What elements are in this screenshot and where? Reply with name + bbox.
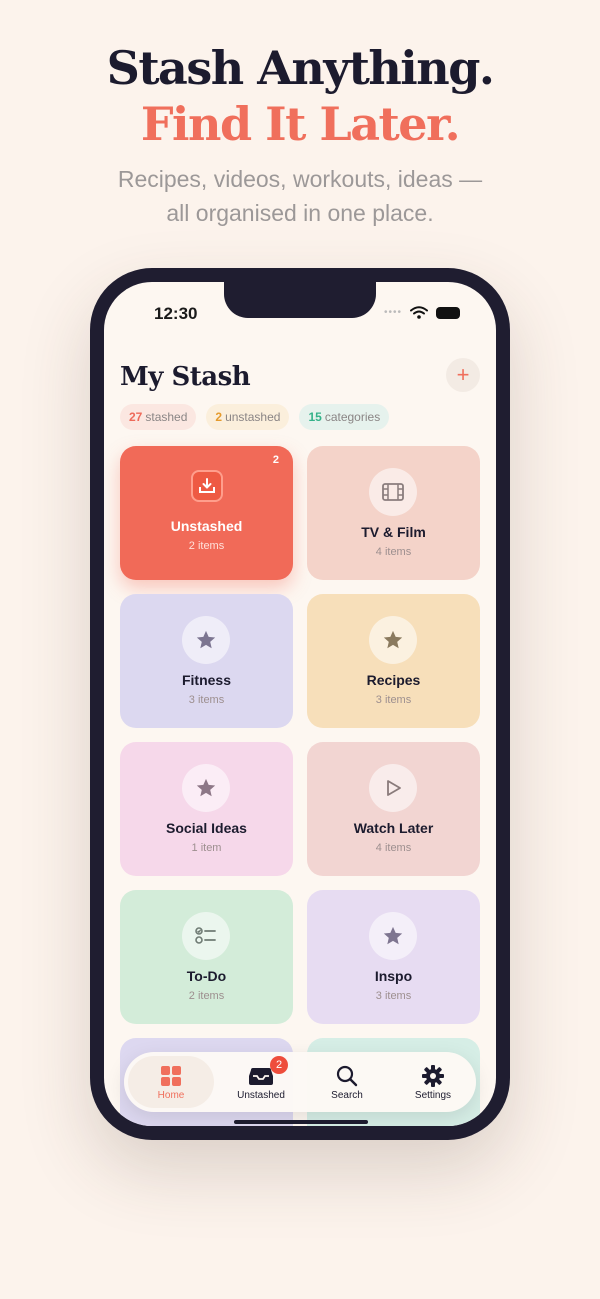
star-icon: [182, 616, 230, 664]
star-icon: [182, 764, 230, 812]
card-name: Fitness: [181, 672, 231, 688]
card-name: Inspo: [374, 968, 413, 984]
card-count: 2 items: [188, 540, 225, 552]
chip-stashed: 27 stashed: [120, 404, 197, 430]
chip-stashed-label: stashed: [145, 410, 188, 424]
film-icon: [369, 468, 417, 516]
nav-search-label: Search: [331, 1090, 363, 1101]
card-count: 4 items: [375, 546, 412, 558]
hero: Stash Anything. Find It Later. Recipes, …: [0, 40, 600, 230]
card-name: Social Ideas: [166, 820, 247, 836]
card-inspo[interactable]: Inspo 3 items: [307, 890, 480, 1024]
home-indicator: [234, 1120, 368, 1124]
nav-unstashed-badge: 2: [270, 1056, 288, 1074]
hero-subtitle: Recipes, videos, workouts, ideas — all o…: [0, 162, 600, 230]
chip-categories-count: 15: [308, 410, 322, 424]
card-name: To-Do: [186, 968, 227, 984]
chip-unstashed-label: unstashed: [225, 410, 281, 424]
card-count: 3 items: [188, 694, 225, 706]
header: My Stash +: [120, 358, 480, 398]
card-name: Unstashed: [170, 518, 243, 534]
chip-stashed-count: 27: [129, 410, 143, 424]
search-icon: [304, 1062, 390, 1090]
play-icon: [369, 764, 417, 812]
phone-frame: 12:30 •••• My Stash + 27 stashed 2 unstash…: [90, 268, 510, 1140]
card-social-ideas[interactable]: Social Ideas 1 item: [120, 742, 293, 876]
add-button[interactable]: +: [446, 358, 480, 392]
star-icon: [369, 912, 417, 960]
nav-search[interactable]: Search: [304, 1052, 390, 1112]
bottom-nav: Home 2 Unstashed Search Settings: [124, 1052, 476, 1112]
checklist-icon: [182, 912, 230, 960]
hero-subtitle-line-1: Recipes, videos, workouts, ideas —: [117, 166, 483, 192]
card-name: Recipes: [366, 672, 421, 688]
card-to-do[interactable]: To-Do 2 items: [120, 890, 293, 1024]
status-icons: ••••: [384, 306, 460, 319]
nav-settings[interactable]: Settings: [390, 1052, 476, 1112]
grid-icon: [128, 1062, 214, 1090]
app-screen: 12:30 •••• My Stash + 27 stashed 2 unstash…: [104, 282, 496, 1126]
card-fitness[interactable]: Fitness 3 items: [120, 594, 293, 728]
card-count: 3 items: [375, 694, 412, 706]
inbox-icon: [191, 470, 223, 502]
chip-categories: 15 categories: [299, 404, 390, 430]
card-count: 3 items: [375, 990, 412, 1002]
nav-settings-label: Settings: [414, 1090, 452, 1101]
inbox-icon: [218, 1062, 304, 1090]
card-count: 4 items: [375, 842, 412, 854]
page-title: My Stash: [120, 362, 251, 392]
card-watch-later[interactable]: Watch Later 4 items: [307, 742, 480, 876]
card-name: TV & Film: [361, 524, 426, 540]
notch: [224, 282, 376, 318]
card-badge: 2: [272, 454, 279, 466]
card-recipes[interactable]: Recipes 3 items: [307, 594, 480, 728]
nav-home[interactable]: Home: [128, 1056, 214, 1108]
chip-unstashed: 2 unstashed: [206, 404, 290, 430]
nav-home-label: Home: [157, 1090, 185, 1101]
chip-categories-label: categories: [324, 410, 381, 424]
gear-icon: [390, 1062, 476, 1090]
wifi-icon: [410, 306, 428, 319]
status-time: 12:30: [154, 304, 198, 323]
hero-line-1: Stash Anything.: [106, 41, 495, 95]
card-count: 1 item: [191, 842, 222, 854]
stats-chips: 27 stashed 2 unstashed 15 categories: [120, 404, 390, 430]
battery-icon: [436, 306, 460, 319]
card-name: Watch Later: [353, 820, 434, 836]
signal-icon: ••••: [383, 307, 402, 318]
hero-subtitle-line-2: all organised in one place.: [166, 200, 434, 226]
card-unstashed[interactable]: 2 Unstashed 2 items: [120, 446, 293, 580]
nav-unstashed-label: Unstashed: [237, 1090, 285, 1101]
hero-headline: Stash Anything. Find It Later.: [0, 40, 600, 152]
star-icon: [369, 616, 417, 664]
card-tv-film[interactable]: TV & Film 4 items: [307, 446, 480, 580]
nav-unstashed[interactable]: 2 Unstashed: [218, 1052, 304, 1112]
hero-line-2: Find It Later.: [140, 97, 461, 151]
card-count: 2 items: [188, 990, 225, 1002]
chip-unstashed-count: 2: [215, 410, 223, 424]
